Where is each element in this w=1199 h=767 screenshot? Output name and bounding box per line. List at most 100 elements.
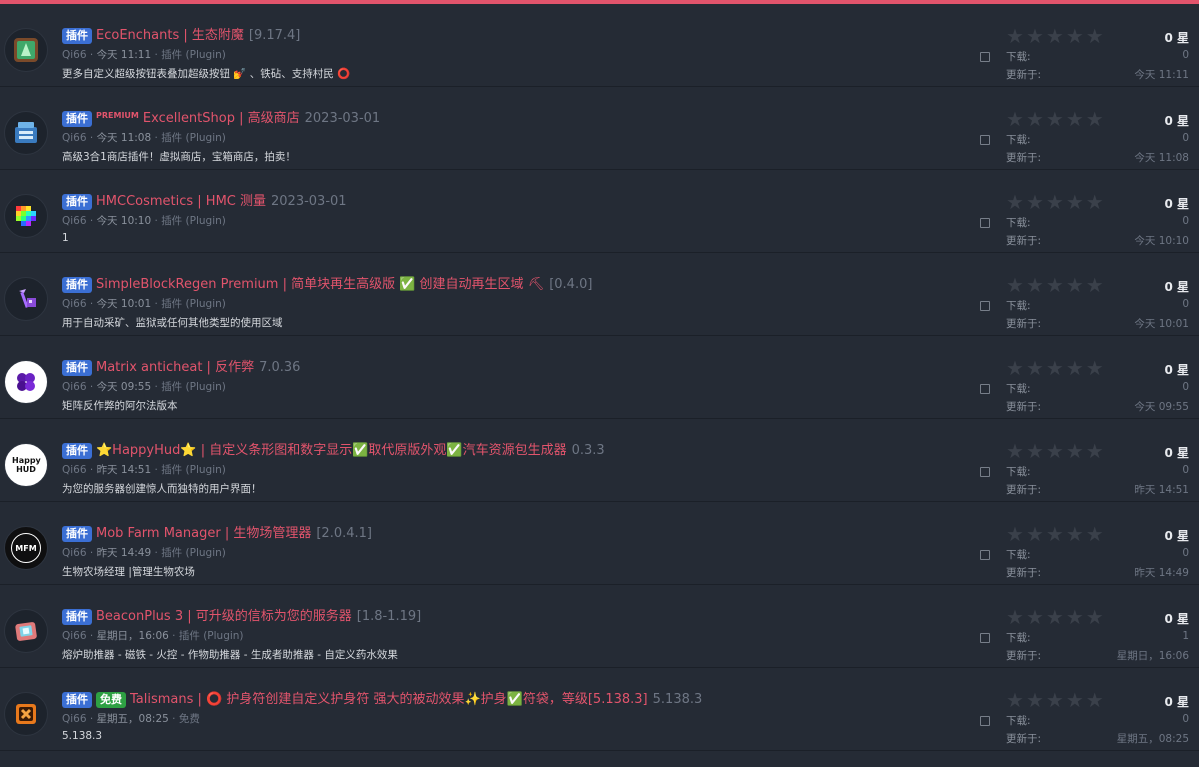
resource-description: 生物农场经理 |管理生物农场 bbox=[62, 566, 195, 578]
star-icon: ★ bbox=[1025, 107, 1044, 131]
list-item: 插件 Matrix anticheat | 反作弊 7.0.36 Qi66 · … bbox=[0, 336, 1199, 419]
resource-description: 熔炉助推器 - 磁铁 - 火控 - 作物助推器 - 生成者助推器 - 自定义药水… bbox=[62, 649, 398, 661]
plugin-badge[interactable]: 插件 bbox=[62, 443, 92, 459]
resource-description: 5.138.3 bbox=[62, 730, 103, 742]
select-checkbox[interactable] bbox=[980, 218, 990, 228]
resource-meta: Qi66 · 今天 10:01 · 插件 (Plugin) bbox=[62, 298, 226, 310]
author-link[interactable]: Qi66 bbox=[62, 215, 87, 227]
downloads-count: 0 bbox=[1182, 713, 1189, 725]
category-link[interactable]: 插件 bbox=[161, 132, 182, 144]
resource-title[interactable]: BeaconPlus 3 | 可升级的信标为您的服务器 bbox=[96, 608, 352, 626]
downloads-label: 下载: bbox=[1006, 383, 1031, 395]
star-icon: ★ bbox=[1025, 190, 1044, 214]
category-link[interactable]: 插件 bbox=[161, 215, 182, 227]
resource-title[interactable]: HMCCosmetics | HMC 测量 bbox=[96, 193, 266, 211]
star-icon: ★ bbox=[1065, 688, 1084, 712]
select-checkbox[interactable] bbox=[980, 301, 990, 311]
resource-title[interactable]: Talismans | ⭕ 护身符创建自定义护身符 强大的被动效果✨护身✅符袋，… bbox=[130, 691, 648, 709]
select-checkbox[interactable] bbox=[980, 633, 990, 643]
resource-title[interactable]: Matrix anticheat | 反作弊 bbox=[96, 359, 254, 377]
mfm-icon[interactable]: MFM bbox=[4, 526, 48, 570]
star-icon: ★ bbox=[1065, 605, 1084, 629]
author-link[interactable]: Qi66 bbox=[62, 464, 87, 476]
beacon-icon[interactable] bbox=[4, 609, 48, 653]
plugin-badge[interactable]: 插件 bbox=[62, 194, 92, 210]
plugin-badge[interactable]: 插件 bbox=[62, 360, 92, 376]
resource-meta: Qi66 · 今天 11:11 · 插件 (Plugin) bbox=[62, 49, 226, 61]
free-badge[interactable]: 免费 bbox=[96, 692, 126, 708]
resource-title[interactable]: Mob Farm Manager | 生物场管理器 bbox=[96, 525, 311, 543]
star-icon: ★ bbox=[1085, 24, 1104, 48]
matrix-icon[interactable] bbox=[4, 360, 48, 404]
downloads-count: 0 bbox=[1182, 381, 1189, 393]
select-checkbox[interactable] bbox=[980, 550, 990, 560]
resource-title[interactable]: EcoEnchants | 生态附魔 bbox=[96, 27, 244, 45]
downloads-label: 下载: bbox=[1006, 715, 1031, 727]
plugin-badge[interactable]: 插件 bbox=[62, 28, 92, 44]
updated-time: 昨天 14:51 bbox=[1134, 484, 1189, 496]
author-link[interactable]: Qi66 bbox=[62, 547, 87, 559]
resource-version: [9.17.4] bbox=[248, 28, 301, 43]
category-link[interactable]: 插件 bbox=[161, 298, 182, 310]
star-icon: ★ bbox=[1085, 439, 1104, 463]
downloads-count: 0 bbox=[1182, 298, 1189, 310]
resource-version: [0.4.0] bbox=[549, 277, 593, 292]
resource-list: 插件 EcoEnchants | 生态附魔 [9.17.4] Qi66 · 今天… bbox=[0, 4, 1199, 751]
select-checkbox[interactable] bbox=[980, 52, 990, 62]
author-link[interactable]: Qi66 bbox=[62, 298, 87, 310]
star-icon: ★ bbox=[1045, 605, 1064, 629]
author-link[interactable]: Qi66 bbox=[62, 49, 87, 61]
author-link[interactable]: Qi66 bbox=[62, 713, 87, 725]
star-icon: ★ bbox=[1065, 273, 1084, 297]
book-icon[interactable] bbox=[4, 28, 48, 72]
category-link[interactable]: 插件 bbox=[179, 630, 200, 642]
happyhud-icon[interactable]: Happy HUD bbox=[4, 443, 48, 487]
select-checkbox[interactable] bbox=[980, 384, 990, 394]
select-checkbox[interactable] bbox=[980, 135, 990, 145]
resource-version: 5.138.3 bbox=[652, 692, 703, 707]
resource-version: [1.8-1.19] bbox=[356, 609, 422, 624]
list-item: 插件 PREMIUM ExcellentShop | 高级商店 2023-03-… bbox=[0, 87, 1199, 170]
rating-value: 0 星 bbox=[1164, 31, 1189, 45]
plugin-badge[interactable]: 插件 bbox=[62, 609, 92, 625]
pickaxe-icon[interactable] bbox=[4, 277, 48, 321]
resource-description: 1 bbox=[62, 232, 69, 244]
star-icon: ★ bbox=[1045, 688, 1064, 712]
category-link[interactable]: 插件 bbox=[161, 49, 182, 61]
category-link[interactable]: 插件 bbox=[161, 464, 182, 476]
star-icon: ★ bbox=[1006, 356, 1024, 380]
author-link[interactable]: Qi66 bbox=[62, 132, 87, 144]
select-checkbox[interactable] bbox=[980, 467, 990, 477]
downloads-count: 0 bbox=[1182, 215, 1189, 227]
star-icon: ★ bbox=[1065, 24, 1084, 48]
category-link[interactable]: 免费 bbox=[179, 713, 200, 725]
list-item: 插件 免费 Talismans | ⭕ 护身符创建自定义护身符 强大的被动效果✨… bbox=[0, 668, 1199, 751]
plugin-badge[interactable]: 插件 bbox=[62, 111, 92, 127]
talisman-icon[interactable] bbox=[4, 692, 48, 736]
resource-title[interactable]: SimpleBlockRegen Premium | 简单块再生高级版 ✅ 创建… bbox=[96, 276, 544, 294]
shop-icon[interactable] bbox=[4, 111, 48, 155]
resource-description: 用于自动采矿、监狱或任何其他类型的使用区域 bbox=[62, 317, 283, 329]
list-item: 插件 HMCCosmetics | HMC 测量 2023-03-01 Qi66… bbox=[0, 170, 1199, 253]
plugin-badge[interactable]: 插件 bbox=[62, 692, 92, 708]
resource-title[interactable]: ⭐HappyHud⭐ | 自定义条形图和数字显示✅取代原版外观✅汽车资源包生成器 bbox=[96, 442, 567, 460]
author-link[interactable]: Qi66 bbox=[62, 630, 87, 642]
updated-label: 更新于: bbox=[1006, 69, 1042, 81]
rainbow-gem-icon[interactable] bbox=[4, 194, 48, 238]
author-link[interactable]: Qi66 bbox=[62, 381, 87, 393]
resource-version: 0.3.3 bbox=[571, 443, 605, 458]
star-icon: ★ bbox=[1025, 688, 1044, 712]
star-icon: ★ bbox=[1085, 522, 1104, 546]
rating-value: 0 星 bbox=[1164, 197, 1189, 211]
category-link[interactable]: 插件 bbox=[161, 381, 182, 393]
rating-value: 0 星 bbox=[1164, 363, 1189, 377]
plugin-badge[interactable]: 插件 bbox=[62, 526, 92, 542]
updated-time: 今天 10:10 bbox=[1134, 235, 1189, 247]
category-link[interactable]: 插件 bbox=[161, 547, 182, 559]
plugin-badge[interactable]: 插件 bbox=[62, 277, 92, 293]
premium-label: PREMIUM bbox=[96, 111, 139, 120]
updated-label: 更新于: bbox=[1006, 235, 1042, 247]
rating-stars: ★ ★ ★ ★ ★ bbox=[1006, 524, 1104, 544]
resource-title[interactable]: ExcellentShop | 高级商店 bbox=[143, 110, 300, 128]
select-checkbox[interactable] bbox=[980, 716, 990, 726]
